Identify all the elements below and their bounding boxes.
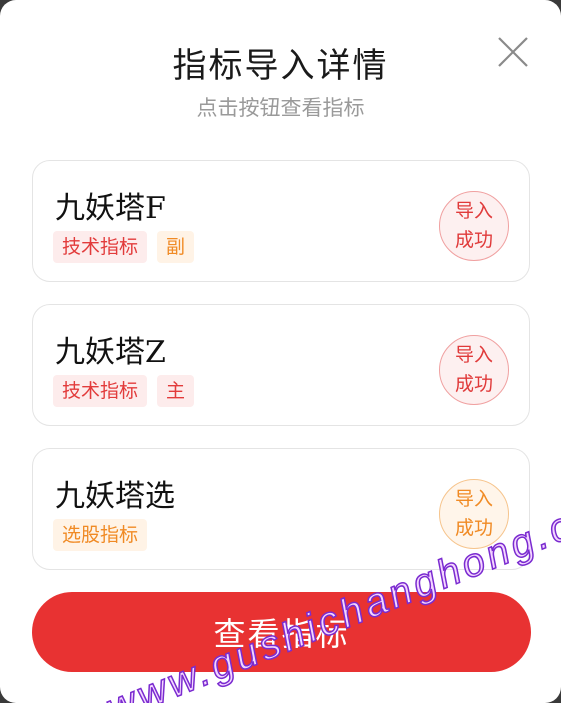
indicator-type-tag: 技术指标 xyxy=(53,231,148,263)
indicator-role-tag: 副 xyxy=(157,231,195,263)
stamp-line-2: 成功 xyxy=(454,517,493,539)
close-button[interactable] xyxy=(495,34,531,70)
indicator-card[interactable]: 九妖塔选 选股指标 导入成功 xyxy=(32,448,530,570)
import-success-stamp: 导入 成功 xyxy=(439,191,509,261)
stamp-line-1: 导入 xyxy=(454,200,493,222)
indicator-tags: 选股指标 xyxy=(53,519,148,551)
stamp-line-2: 成功 xyxy=(454,373,493,395)
import-success-stamp: 导入 成功 xyxy=(439,479,509,549)
import-success-stamp: 导入 成功 xyxy=(439,335,509,405)
import-detail-dialog: 指标导入详情 点击按钮查看指标 九妖塔F 技术指标 副 导入 成功 九妖塔Z 技术… xyxy=(0,0,561,703)
indicator-name: 九妖塔F xyxy=(55,191,166,226)
indicator-card[interactable]: 九妖塔F 技术指标 副 导入成功 xyxy=(32,160,530,282)
stamp-line-1: 导入 xyxy=(454,488,493,510)
dialog-subtitle: 点击按钮查看指标 xyxy=(196,96,365,120)
indicator-type-tag: 选股指标 xyxy=(53,519,148,551)
indicator-tags: 技术指标 主 xyxy=(53,375,195,407)
indicator-name: 九妖塔选 xyxy=(55,479,175,514)
indicator-type-tag: 技术指标 xyxy=(53,375,148,407)
indicator-card[interactable]: 九妖塔Z 技术指标 主 导入成功 xyxy=(32,304,530,426)
stamp-line-1: 导入 xyxy=(454,344,493,366)
indicator-tags: 技术指标 副 xyxy=(53,231,195,263)
stamp-line-2: 成功 xyxy=(454,229,493,251)
view-indicators-button[interactable]: 查看指标 xyxy=(32,592,531,672)
indicator-role-tag: 主 xyxy=(157,375,195,407)
indicator-name: 九妖塔Z xyxy=(55,335,166,370)
close-icon xyxy=(498,37,528,67)
dialog-title: 指标导入详情 xyxy=(172,46,389,86)
